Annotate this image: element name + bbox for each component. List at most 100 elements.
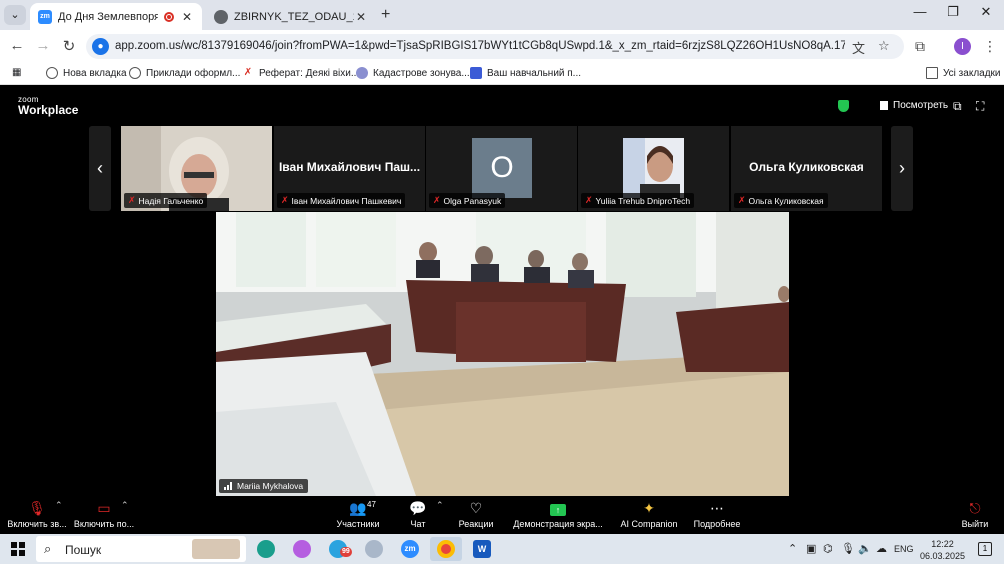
participant-avatar: O	[472, 138, 532, 198]
apps-grid-icon[interactable]: ▦	[12, 67, 21, 78]
chrome-app-icon[interactable]	[430, 537, 462, 561]
gallery-prev-button[interactable]: ‹	[89, 126, 111, 211]
ai-companion-button[interactable]: ✦ AI Companion	[618, 498, 680, 529]
close-tab-icon[interactable]: ✕	[180, 10, 194, 24]
volume-icon[interactable]: 🔈	[858, 542, 872, 555]
microphone-icon: ●	[92, 38, 109, 55]
view-grid-icon	[880, 101, 888, 110]
participants-count: 47	[367, 500, 376, 509]
participant-big-name: Ольга Куликовская	[749, 160, 864, 174]
extensions-icon[interactable]: ⧉	[915, 38, 925, 55]
zoom-app-icon[interactable]: zm	[394, 537, 426, 561]
participant-name-label: ✗ Ольга Куликовская	[734, 193, 828, 208]
participant-tile[interactable]: Ольга Куликовская ✗ Ольга Куликовская	[731, 126, 882, 211]
profile-avatar[interactable]: I	[954, 38, 971, 55]
bookmark-item[interactable]: Приклади оформл...	[129, 67, 240, 79]
globe-icon	[46, 67, 58, 79]
chat-bubble-icon: 💬	[409, 500, 427, 516]
word-app-icon[interactable]: W	[466, 537, 498, 561]
back-icon[interactable]: ←	[8, 37, 26, 54]
share-screen-button[interactable]: ↑ Демонстрация экра...	[510, 498, 606, 529]
forward-icon[interactable]: →	[34, 37, 52, 54]
participant-name-label: ✗ Yuliia Trehub DniproTech	[581, 193, 695, 208]
chat-button[interactable]: 💬 Чат	[402, 498, 434, 529]
network-tray-icon[interactable]: ⌬	[823, 542, 833, 555]
restore-icon[interactable]: ❐	[943, 4, 963, 20]
active-speaker-label: Mariia Mykhalova	[219, 479, 309, 493]
globe-favicon-icon	[214, 9, 228, 24]
tab-zoom-meeting[interactable]: zm До Дня Землевпорядника ✕	[30, 3, 202, 30]
windows-start-icon[interactable]	[11, 542, 25, 556]
address-bar[interactable]: ● app.zoom.us/wc/81379169046/join?fromPW…	[86, 34, 904, 59]
leave-door-icon: ⎋	[969, 500, 981, 516]
mic-muted-icon: ✗	[433, 195, 441, 205]
tab-title: До Дня Землевпорядника	[58, 10, 158, 23]
minimize-icon[interactable]: —	[910, 4, 930, 19]
folder-icon	[926, 67, 938, 79]
menu-kebab-icon[interactable]: ⋮	[983, 38, 997, 55]
tab-document[interactable]: ZBIRNYK_TEZ_ODAU_15_07_22... ✕	[206, 3, 376, 30]
participant-big-name: Іван Михайлович Паш...	[278, 160, 421, 174]
zoom-favicon-icon: zm	[38, 9, 52, 24]
participant-tile[interactable]: O ✗ Olga Panasyuk	[426, 126, 577, 211]
share-screen-icon: ↑	[510, 498, 606, 518]
taskbar-search[interactable]: ⌕ Пошук	[36, 536, 246, 562]
translate-icon[interactable]: 文	[852, 38, 865, 57]
show-hidden-icons-chevron-icon[interactable]: ⌃	[788, 542, 797, 555]
reactions-button[interactable]: ♡ Реакции	[456, 498, 496, 529]
zoom-header: zoom Workplace Посмотреть ⧉ ⛶	[0, 88, 1004, 124]
bookmark-item[interactable]: Кадастрове зонува...	[356, 67, 470, 79]
mic-muted-icon: ✗	[585, 195, 593, 205]
more-button[interactable]: ⋯ Подробнее	[692, 498, 742, 529]
browser-tab-strip: ⌄ zm До Дня Землевпорядника ✕ ZBIRNYK_TE…	[0, 0, 1004, 30]
recording-icon	[164, 11, 174, 22]
leave-button[interactable]: ⎋ Выйти	[958, 498, 992, 529]
chat-options-chevron-icon[interactable]: ⌃	[436, 500, 444, 511]
cloud-icon[interactable]: ☁	[876, 542, 887, 555]
windows-taskbar: ⌕ Пошук 99 zm W ⌃ ▣ ⌬ 🎙 🔈 ☁ ENG 12:22 06…	[0, 534, 1004, 564]
active-speaker-video[interactable]: Mariia Mykhalova	[216, 212, 789, 496]
screen: ⌄ zm До Дня Землевпорядника ✕ ZBIRNYK_TE…	[0, 0, 1004, 564]
reload-icon[interactable]: ↻	[60, 37, 78, 55]
search-icon: ⌕	[44, 541, 52, 556]
close-window-icon[interactable]: ✕	[976, 4, 996, 20]
meeting-controls: 🎙 Включить зв... ⌃ ▭ Включить по... ⌃ 👥 …	[0, 496, 1004, 534]
tab-title: ZBIRNYK_TEZ_ODAU_15_07_22...	[234, 10, 354, 23]
participant-tile[interactable]: ✗ Надія Гальченко	[121, 126, 272, 211]
video-options-chevron-icon[interactable]: ⌃	[121, 500, 129, 511]
photo-app-icon[interactable]	[358, 537, 390, 561]
encryption-shield-icon[interactable]	[838, 100, 849, 112]
close-tab-icon[interactable]: ✕	[354, 10, 368, 24]
picture-in-picture-icon[interactable]: ⧉	[953, 99, 962, 114]
bookmark-item[interactable]: Ваш навчальний п...	[470, 67, 581, 79]
telegram-app-icon[interactable]: 99	[322, 537, 354, 561]
gallery-next-button[interactable]: ›	[891, 126, 913, 211]
copilot-app-icon[interactable]	[286, 537, 318, 561]
participant-tile[interactable]: Іван Михайлович Паш... ✗ Іван Михайлович …	[274, 126, 425, 211]
notification-center-icon[interactable]: 1	[978, 542, 992, 556]
mic-muted-icon: ✗	[738, 195, 746, 205]
bookmark-item[interactable]: ✗ Реферат: Деякі віхи...	[242, 67, 359, 79]
notification-badge: 99	[340, 547, 352, 557]
sparkle-icon: ✦	[643, 500, 655, 516]
browser-toolbar: ← → ↻ ● app.zoom.us/wc/81379169046/join?…	[0, 30, 1004, 63]
participant-name-label: ✗ Надія Гальченко	[124, 193, 208, 208]
participant-tile[interactable]: ✗ Yuliia Trehub DniproTech	[578, 126, 729, 211]
audio-options-chevron-icon[interactable]: ⌃	[55, 500, 63, 511]
new-tab-icon[interactable]: +	[381, 6, 390, 24]
zoom-workplace-logo: Workplace	[18, 103, 79, 117]
heart-icon: ♡	[469, 500, 483, 516]
url-text: app.zoom.us/wc/81379169046/join?fromPWA=…	[115, 40, 845, 52]
microphone-tray-icon[interactable]: 🎙	[841, 542, 855, 555]
edge-app-icon[interactable]	[250, 537, 282, 561]
camera-tray-icon[interactable]: ▣	[806, 542, 816, 555]
bookmark-item[interactable]: Нова вкладка	[46, 67, 127, 79]
tab-search-button[interactable]: ⌄	[4, 5, 26, 25]
fullscreen-icon[interactable]: ⛶	[976, 99, 984, 114]
bookmark-star-icon[interactable]: ☆	[878, 38, 890, 54]
taskbar-clock[interactable]: 12:22 06.03.2025	[920, 538, 965, 562]
language-indicator[interactable]: ENG	[894, 544, 914, 554]
participant-name-label: ✗ Olga Panasyuk	[429, 193, 506, 208]
view-button[interactable]: Посмотреть	[880, 100, 948, 111]
all-bookmarks-folder[interactable]: Усі закладки	[926, 67, 1001, 79]
